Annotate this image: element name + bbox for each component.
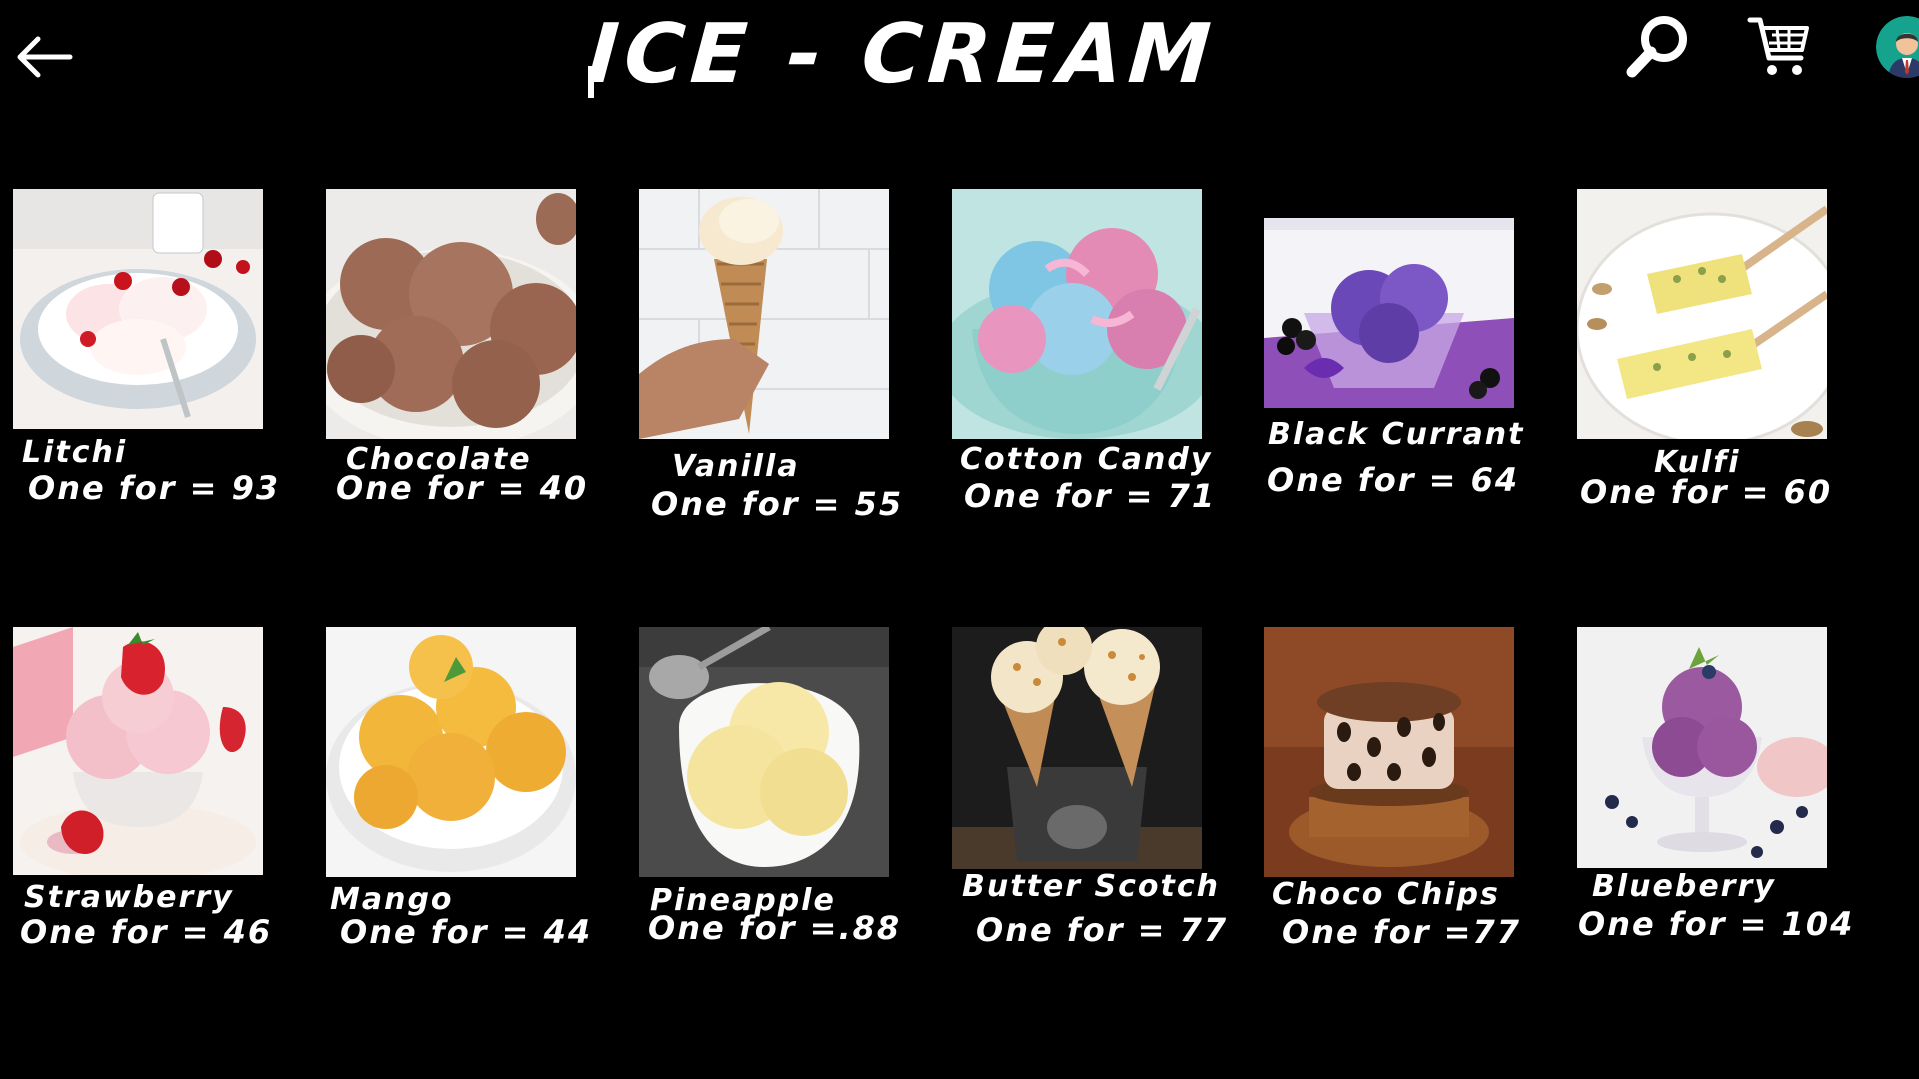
product-price: One for = 64 <box>1267 461 1520 499</box>
search-icon <box>1626 16 1687 78</box>
product-price: One for = 104 <box>1578 905 1855 943</box>
product-name: Black Currant <box>1268 417 1525 452</box>
cart-icon <box>1747 17 1809 75</box>
product-price: One for = 55 <box>651 485 904 523</box>
avatar[interactable] <box>1876 16 1919 78</box>
product-image-chocolate <box>326 189 576 439</box>
user-avatar-icon <box>1876 16 1919 78</box>
product-name: Blueberry <box>1592 869 1776 904</box>
product-name: Strawberry <box>24 880 234 915</box>
product-price: One for = 44 <box>340 913 593 951</box>
product-image-butter-scotch <box>952 627 1202 869</box>
product-price: One for = 60 <box>1580 473 1833 511</box>
product-price: One for = 71 <box>964 477 1217 515</box>
product-image-blueberry <box>1577 627 1827 868</box>
product-image-litchi <box>13 189 263 429</box>
ice-cream-menu-page: ICE - CREAM Litchi One for = 93 Chocolat… <box>0 0 1919 1079</box>
product-price: One for = 93 <box>28 469 281 507</box>
product-image-vanilla <box>639 189 889 439</box>
cart-button[interactable] <box>1747 14 1811 80</box>
product-image-strawberry <box>13 627 263 875</box>
search-button[interactable] <box>1622 12 1692 82</box>
product-image-pineapple <box>639 627 889 877</box>
product-name: Litchi <box>22 435 128 470</box>
product-image-kulfi <box>1577 189 1827 439</box>
product-name: Vanilla <box>672 449 800 484</box>
product-image-choco-chips <box>1264 627 1514 877</box>
product-name: Cotton Candy <box>960 442 1213 477</box>
product-price: One for =77 <box>1282 913 1521 951</box>
page-title: ICE - CREAM <box>584 7 1220 102</box>
back-button[interactable] <box>8 22 78 92</box>
arrow-left-icon <box>17 36 73 78</box>
product-price: One for =.88 <box>648 909 902 947</box>
product-name: Mango <box>330 882 454 917</box>
product-price: One for = 46 <box>20 913 273 951</box>
product-price: One for = 40 <box>336 469 589 507</box>
product-name: Butter Scotch <box>962 869 1220 904</box>
product-image-black-currant <box>1264 218 1514 408</box>
product-image-cotton-candy <box>952 189 1202 439</box>
product-name: Choco Chips <box>1272 877 1500 912</box>
product-image-mango <box>326 627 576 877</box>
product-price: One for = 77 <box>976 911 1229 949</box>
